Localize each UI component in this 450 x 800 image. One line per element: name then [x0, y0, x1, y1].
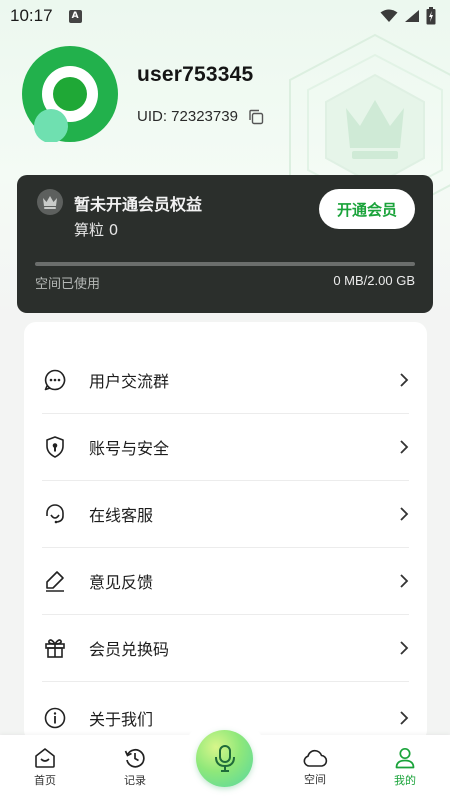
menu-item-label: 账号与安全	[89, 439, 170, 458]
chevron-right-icon	[399, 640, 409, 656]
avatar[interactable]	[22, 46, 118, 142]
chevron-right-icon	[399, 710, 409, 726]
notification-a-icon: A	[68, 9, 82, 23]
open-membership-button[interactable]: 开通会员	[319, 189, 415, 229]
nav-space[interactable]: 空间	[285, 735, 345, 800]
chevron-right-icon	[399, 573, 409, 589]
menu-item-label: 关于我们	[89, 709, 154, 729]
nav-label: 空间	[304, 773, 326, 786]
storage-progress-bar	[35, 262, 415, 266]
info-icon	[42, 705, 68, 731]
username: user753345	[137, 63, 254, 86]
voice-record-button[interactable]	[196, 730, 253, 787]
menu-item-label: 会员兑换码	[89, 640, 170, 659]
member-status-title: 暂未开通会员权益	[74, 195, 203, 214]
nav-profile[interactable]: 我的	[375, 735, 435, 800]
uid-row: UID: 72323739	[137, 108, 264, 125]
chevron-right-icon	[399, 506, 409, 522]
storage-value: 0 MB/2.00 GB	[333, 273, 415, 288]
user-icon	[395, 747, 415, 769]
nav-label: 记录	[124, 774, 146, 787]
uid-text: UID: 72323739	[137, 108, 238, 125]
status-time: 10:17	[10, 6, 53, 25]
wifi-icon	[380, 9, 398, 22]
copy-icon[interactable]	[248, 109, 264, 125]
chat-bubble-icon	[42, 367, 68, 393]
menu-item-online-support[interactable]: 在线客服	[42, 481, 409, 548]
menu-item-label: 意见反馈	[89, 573, 154, 592]
status-indicators	[380, 7, 436, 25]
member-card: 暂未开通会员权益 算粒 0 开通会员 空间已使用 0 MB/2.00 GB	[17, 175, 433, 313]
nav-label: 我的	[394, 774, 416, 787]
battery-icon	[426, 7, 436, 25]
nav-home[interactable]: 首页	[15, 735, 75, 800]
storage-label: 空间已使用	[35, 277, 101, 292]
menu-item-feedback[interactable]: 意见反馈	[42, 548, 409, 615]
headset-icon	[42, 501, 68, 527]
menu-panel: 用户交流群 账号与安全 在线客服 意见反馈 会员兑换码 关于我们	[24, 322, 427, 742]
gift-icon	[42, 635, 68, 661]
nav-history[interactable]: 记录	[105, 735, 165, 800]
menu-item-account-security[interactable]: 账号与安全	[42, 414, 409, 481]
menu-item-redeem-code[interactable]: 会员兑换码	[42, 615, 409, 682]
signal-icon	[405, 10, 419, 22]
menu-item-label: 用户交流群	[89, 372, 170, 391]
status-bar: 10:17 A	[0, 0, 450, 32]
chevron-right-icon	[399, 372, 409, 388]
home-icon	[35, 748, 55, 768]
menu-item-user-group[interactable]: 用户交流群	[42, 347, 409, 414]
pencil-eraser-icon	[42, 568, 68, 594]
chevron-right-icon	[399, 439, 409, 455]
nav-label: 首页	[34, 774, 56, 787]
crown-icon	[37, 189, 63, 215]
shield-lock-icon	[42, 434, 68, 460]
cloud-icon	[303, 749, 328, 767]
microphone-icon	[214, 744, 235, 772]
menu-item-label: 在线客服	[89, 506, 154, 525]
history-icon	[124, 748, 145, 768]
points-balance: 算粒 0	[74, 221, 119, 239]
